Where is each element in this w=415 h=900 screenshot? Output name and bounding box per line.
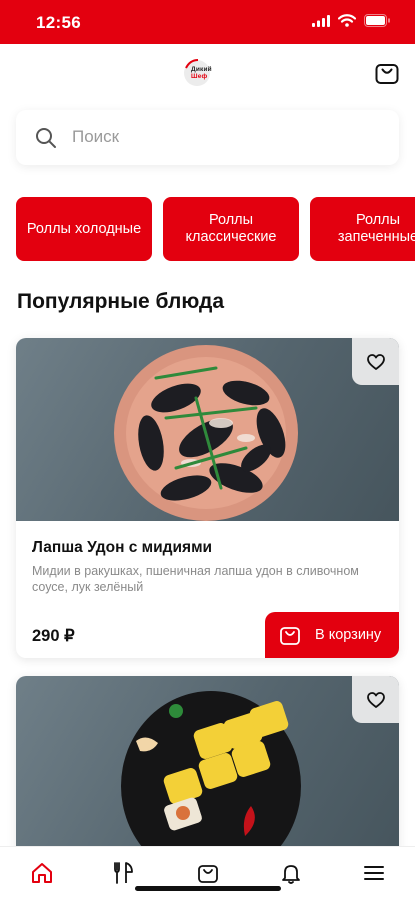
heart-icon xyxy=(366,353,385,370)
cart-icon xyxy=(198,865,218,883)
tab-cart[interactable] xyxy=(194,859,222,887)
search-input[interactable] xyxy=(72,120,372,154)
add-to-cart-label: В корзину xyxy=(315,627,382,643)
search-icon xyxy=(36,128,56,148)
tab-more[interactable] xyxy=(360,859,388,887)
dish-photo-icon xyxy=(121,691,301,859)
tab-notifications[interactable] xyxy=(277,859,305,887)
hamburger-icon xyxy=(364,866,384,880)
brand-logo[interactable]: Дикий Шеф xyxy=(182,58,220,88)
section-title: Популярные блюда xyxy=(17,290,225,313)
bottom-tab-bar xyxy=(0,846,415,900)
logo-line-2: Шеф xyxy=(191,73,208,80)
product-image xyxy=(16,676,399,859)
category-chip-rolls-classic[interactable]: Роллы классические xyxy=(163,197,299,261)
wifi-icon xyxy=(338,14,356,27)
tab-menu[interactable] xyxy=(110,859,138,887)
cart-icon xyxy=(280,627,300,645)
category-chip-label: Роллы холодные xyxy=(26,220,142,237)
tab-home[interactable] xyxy=(28,859,56,887)
battery-icon xyxy=(364,14,390,27)
category-chip-label: Роллы классические xyxy=(185,212,277,245)
menu-fork-icon xyxy=(114,862,133,884)
product-card[interactable]: Лапша Удон с мидиями Мидии в ракушках, п… xyxy=(16,338,399,658)
product-image xyxy=(16,338,399,521)
add-to-cart-button[interactable]: В корзину xyxy=(265,612,399,658)
product-description: Мидии в ракушках, пшеничная лапша удон в… xyxy=(32,564,359,594)
signal-icon xyxy=(312,14,330,27)
product-title: Лапша Удон с мидиями xyxy=(32,539,213,556)
home-indicator xyxy=(135,886,281,891)
status-bar: 12:56 xyxy=(0,0,415,44)
search-bar[interactable] xyxy=(16,110,399,165)
favorite-button[interactable] xyxy=(352,338,399,385)
category-chip-label: Роллы запеченные xyxy=(337,212,415,245)
bell-icon xyxy=(282,865,300,884)
home-icon xyxy=(32,863,52,883)
cart-icon xyxy=(375,64,399,84)
status-icons xyxy=(312,14,391,27)
favorite-button[interactable] xyxy=(352,676,399,723)
category-chip-rolls-cold[interactable]: Роллы холодные xyxy=(16,197,152,261)
app-header: Дикий Шеф xyxy=(0,44,415,102)
header-cart-button[interactable] xyxy=(374,60,400,86)
category-chips: Роллы холодные Роллы классические Роллы … xyxy=(16,197,415,261)
category-chip-rolls-baked[interactable]: Роллы запеченные xyxy=(310,197,415,261)
logo-line-1: Дикий xyxy=(191,66,212,73)
product-price: 290 ₽ xyxy=(32,627,75,645)
heart-icon xyxy=(366,691,385,708)
status-time: 12:56 xyxy=(36,13,81,32)
dish-photo-icon xyxy=(114,345,298,521)
